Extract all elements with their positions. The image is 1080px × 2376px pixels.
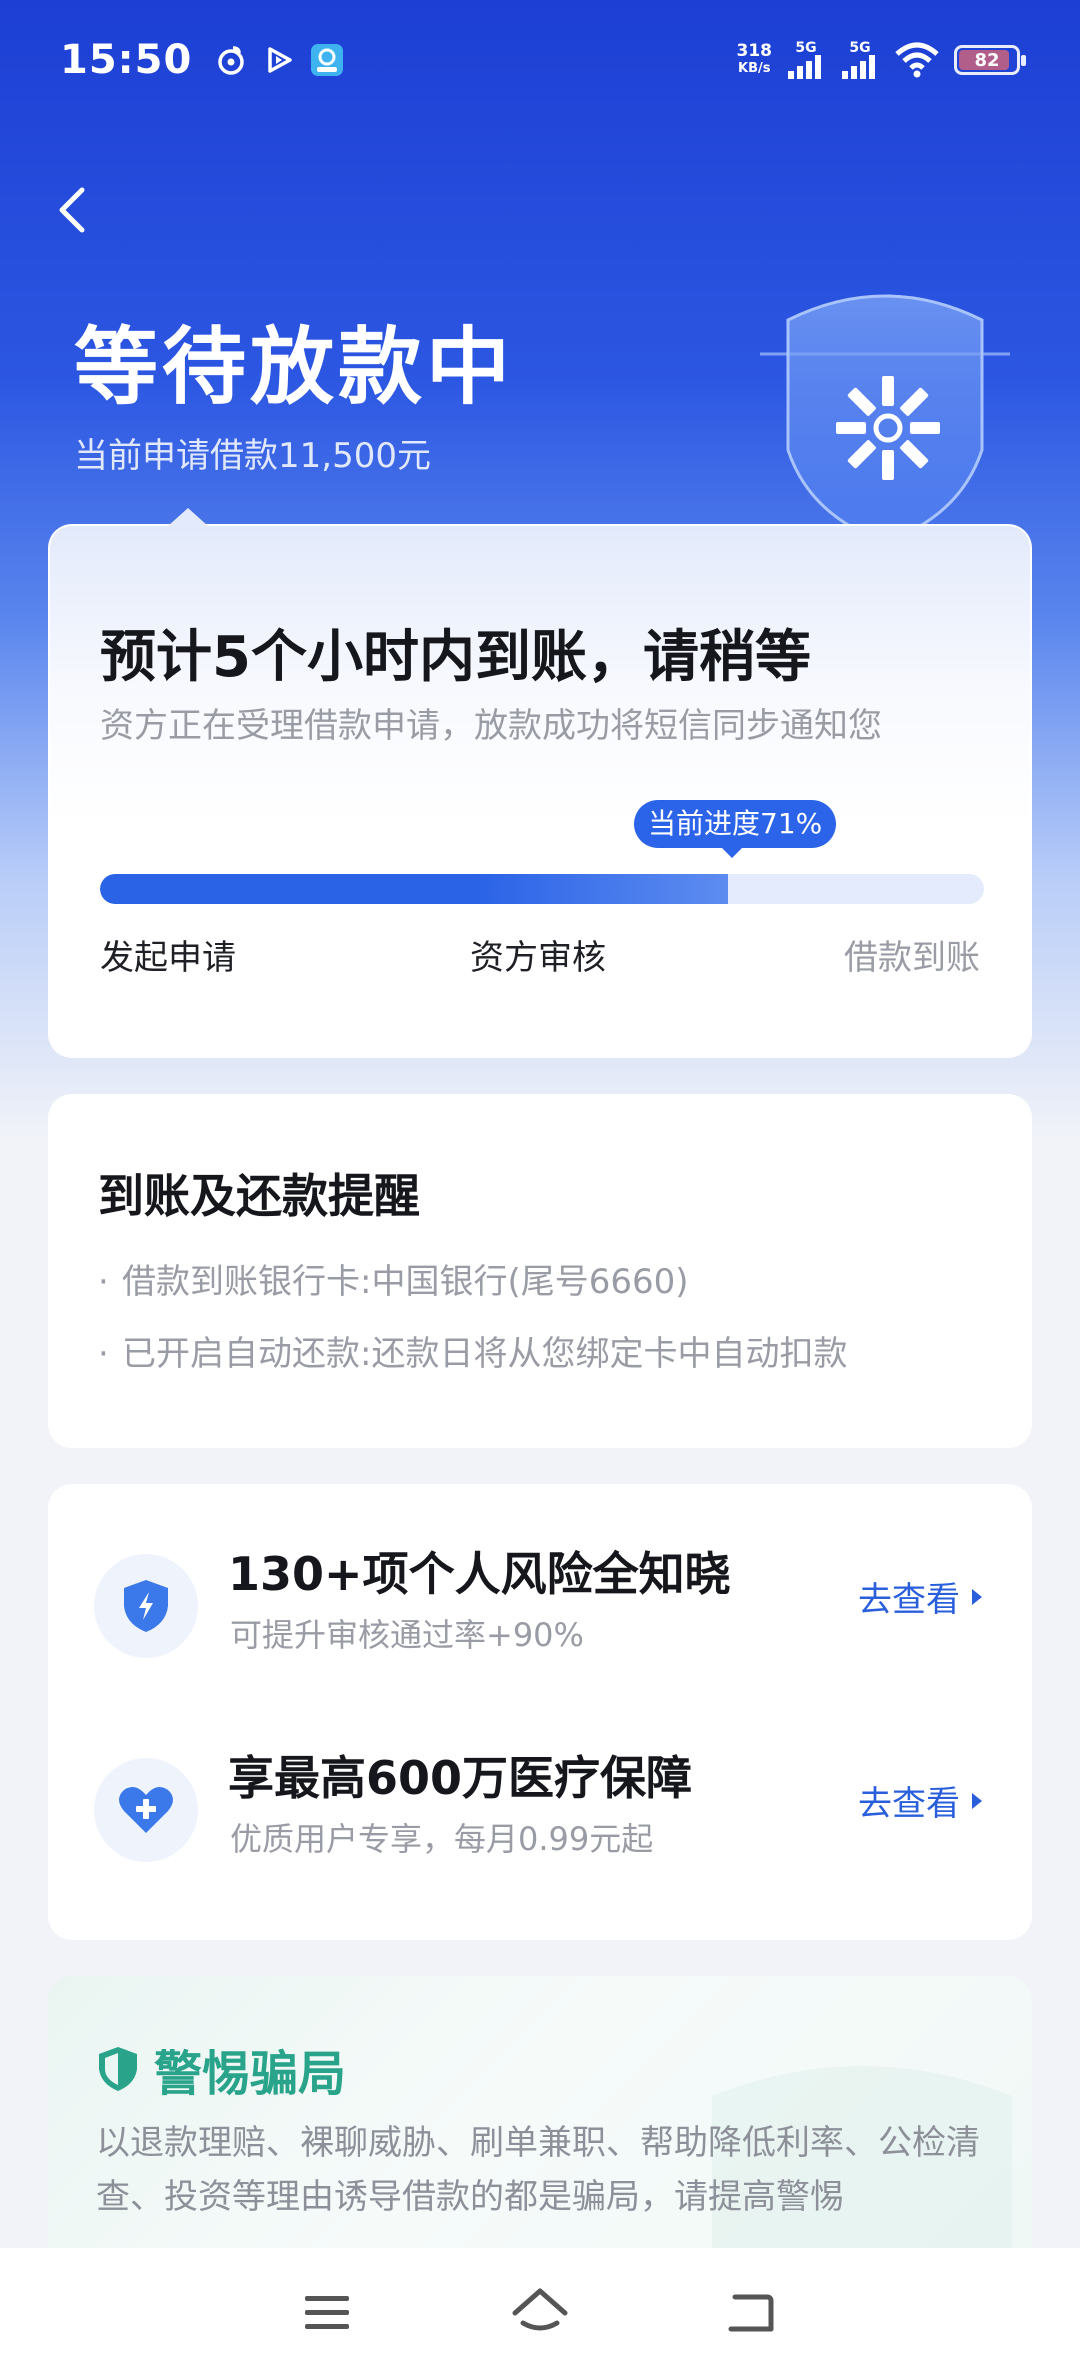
status-bar: 15:50 318 KB/s 5G 5G 82: [0, 0, 1080, 120]
reminder-item: · 借款到账银行卡:中国银行(尾号6660): [98, 1262, 689, 1302]
services-card: 130+项个人风险全知晓 可提升审核通过率+90% 去查看 享最高600万医疗保…: [48, 1484, 1032, 1940]
page-title: 等待放款中: [74, 318, 515, 416]
step-apply: 发起申请: [100, 938, 236, 978]
progress-badge: 当前进度71%: [634, 800, 837, 858]
reminder-card: 到账及还款提醒 · 借款到账银行卡:中国银行(尾号6660) · 已开启自动还款:还…: [48, 1094, 1032, 1448]
music-app-icon: [214, 43, 248, 77]
progress-bar-fill: [100, 874, 728, 904]
service-subtitle: 优质用户专享，每月0.99元起: [230, 1820, 654, 1858]
progress-card: 预计5个小时内到账，请稍等 资方正在受理借款申请，放款成功将短信同步通知您 当前…: [48, 508, 1032, 1058]
caret-right-icon: [972, 1792, 982, 1809]
eta-description: 资方正在受理借款申请，放款成功将短信同步通知您: [100, 706, 882, 746]
home-button[interactable]: [510, 2282, 570, 2342]
signal-bars-icon: [788, 55, 821, 79]
view-link-button[interactable]: 去查看: [858, 1572, 982, 1621]
back-button[interactable]: [44, 180, 104, 240]
status-time: 15:50: [60, 37, 193, 83]
service-medical-insurance[interactable]: 享最高600万医疗保障 优质用户专享，每月0.99元起 去查看: [48, 1742, 1032, 1882]
service-title: 享最高600万医疗保障: [228, 1751, 693, 1805]
menu-icon: [304, 2296, 349, 2329]
system-nav-bar: [0, 2248, 1080, 2376]
service-risk-report[interactable]: 130+项个人风险全知晓 可提升审核通过率+90% 去查看: [48, 1538, 1032, 1678]
chevron-left-icon: [59, 187, 85, 233]
step-review: 资方审核: [470, 938, 606, 978]
shield-lightning-icon: [94, 1554, 198, 1658]
reminder-item: · 已开启自动还款:还款日将从您绑定卡中自动扣款: [98, 1334, 848, 1374]
loan-amount-subtitle: 当前申请借款11,500元: [74, 436, 431, 476]
warning-text: 以退款理赔、裸聊威胁、刷单兼职、帮助降低利率、公检清查、投资等理由诱导借款的都是…: [96, 2123, 980, 2217]
step-disbursed: 借款到账: [844, 938, 980, 978]
shield-check-icon: [99, 2047, 137, 2091]
back-nav-button[interactable]: [723, 2282, 783, 2342]
signal-1: 5G: [786, 41, 826, 79]
battery-indicator: 82: [954, 45, 1026, 75]
menu-button[interactable]: [297, 2282, 357, 2342]
heart-plus-icon: [94, 1758, 198, 1862]
service-subtitle: 可提升审核通过率+90%: [230, 1616, 584, 1654]
service-title: 130+项个人风险全知晓: [228, 1547, 731, 1601]
wifi-icon: [894, 42, 940, 78]
progress-bar: [100, 874, 984, 904]
net-speed: 318 KB/s: [736, 41, 773, 76]
caret-right-icon: [972, 1588, 982, 1605]
back-nav-icon: [728, 2294, 774, 2332]
app-badge-icon: [310, 43, 344, 77]
warning-header: 警惕骗局: [96, 2034, 346, 2104]
play-app-icon: [262, 43, 296, 77]
view-link-button[interactable]: 去查看: [858, 1776, 982, 1825]
signal-bars-icon: [842, 55, 875, 79]
shield-logo-icon: [760, 280, 1010, 550]
signal-2: 5G: [840, 41, 880, 79]
eta-title: 预计5个小时内到账，请稍等: [100, 625, 811, 690]
home-icon: [512, 2288, 568, 2331]
reminder-title: 到账及还款提醒: [98, 1169, 420, 1223]
warning-title: 警惕骗局: [154, 2046, 347, 2102]
